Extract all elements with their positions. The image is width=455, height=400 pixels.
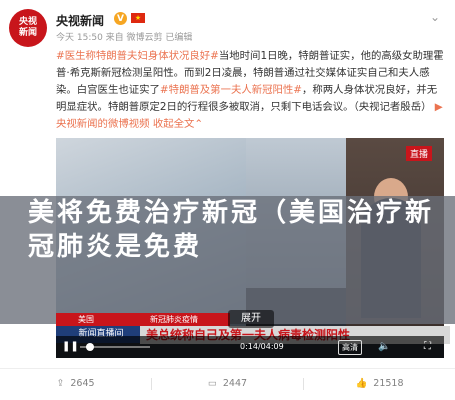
volume-icon[interactable]: 🔈 xyxy=(378,340,390,354)
chevron-down-icon[interactable]: ⌄ xyxy=(428,10,442,24)
comment-button[interactable]: ▭ 2447 xyxy=(152,373,303,395)
like-count: 21518 xyxy=(373,378,404,389)
post-content: #医生称特朗普夫妇身体状况良好#当地时间1日晚，特朗普证实，他的高级女助理霍普·… xyxy=(56,48,444,133)
video-link[interactable]: 央视新闻的微博视频 xyxy=(56,118,150,130)
pause-icon[interactable]: ❚❚ xyxy=(62,341,79,353)
thumbs-up-icon: 👍 xyxy=(355,378,368,389)
fullscreen-icon[interactable]: ⛶ xyxy=(424,340,431,354)
headline-text: 美将免费治疗新冠（美国治疗新冠肺炎是免费 xyxy=(28,198,435,262)
caption-us: 美国 xyxy=(56,313,146,326)
video-link-icon[interactable]: ▶ xyxy=(435,101,443,113)
hashtag-link-2[interactable]: #特朗普及第一夫人新冠阳性# xyxy=(160,84,302,96)
chevron-up-icon[interactable]: ⌃ xyxy=(194,118,203,130)
collapse-link[interactable]: 收起全文 xyxy=(153,118,195,130)
expand-button[interactable]: 展开 xyxy=(228,310,274,328)
live-badge: 直播 xyxy=(406,146,433,161)
comment-icon: ▭ xyxy=(207,378,217,389)
verified-badge-icon: V xyxy=(114,12,127,25)
action-divider xyxy=(0,368,455,369)
avatar[interactable]: 央视 新闻 xyxy=(9,9,47,47)
china-flag-icon: ★ xyxy=(131,13,145,23)
progress-knob[interactable] xyxy=(86,343,94,351)
quality-button[interactable]: 高清 xyxy=(338,340,362,355)
share-count: 2645 xyxy=(70,378,95,389)
share-icon: ⇪ xyxy=(56,378,65,389)
video-time: 0:14/04:09 xyxy=(240,342,284,351)
avatar-text-line2: 新闻 xyxy=(18,28,37,38)
post-meta: 今天 15:50 来自 微博云剪 已编辑 xyxy=(56,33,193,43)
account-name[interactable]: 央视新闻 xyxy=(56,12,104,29)
avatar-text-line1: 央视 xyxy=(18,17,37,27)
like-button[interactable]: 👍 21518 xyxy=(304,373,455,395)
comment-count: 2447 xyxy=(222,378,248,389)
hashtag-link[interactable]: #医生称特朗普夫妇身体状况良好# xyxy=(56,50,219,62)
share-button[interactable]: ⇪ 2645 xyxy=(0,373,151,395)
caption-topic: 新冠肺炎疫情 xyxy=(146,313,230,326)
video-controls: ❚❚ 0:14/04:09 高清 🔈 ⛶ xyxy=(56,336,444,358)
